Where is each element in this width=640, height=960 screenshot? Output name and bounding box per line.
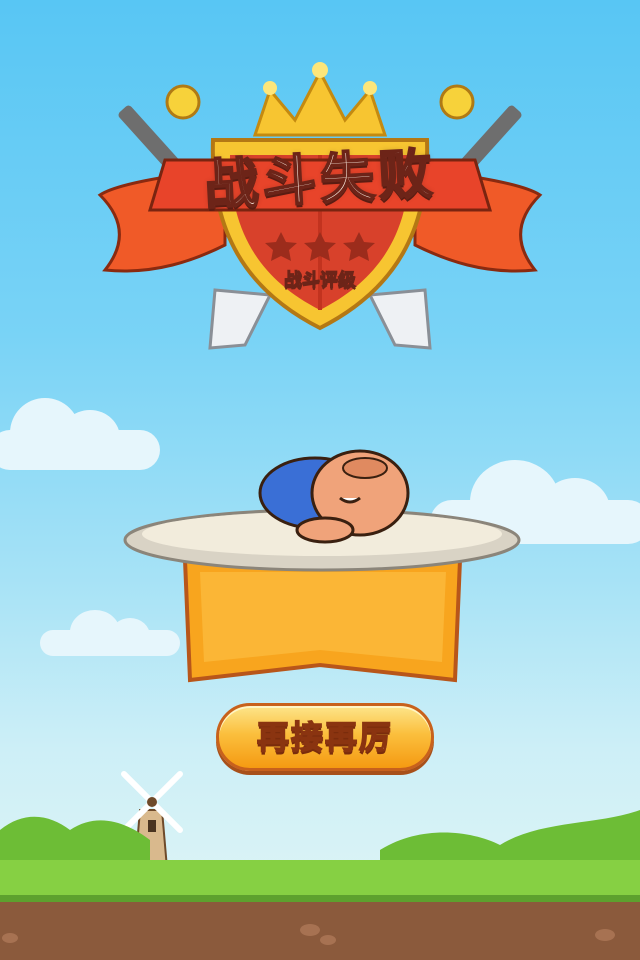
ground bbox=[0, 771, 640, 960]
star-empty-icon bbox=[265, 232, 375, 261]
retry-button[interactable]: 再接再厉 bbox=[216, 703, 434, 771]
game-scene: 战斗失败 战斗评级 再接再厉 bbox=[0, 0, 640, 960]
defeated-character bbox=[258, 449, 410, 544]
rating-stars bbox=[265, 232, 375, 261]
rating-label: 战斗评级 bbox=[284, 270, 357, 292]
retry-button-label: 再接再厉 bbox=[256, 717, 393, 757]
cloud bbox=[0, 398, 160, 470]
crown-icon bbox=[252, 62, 388, 137]
